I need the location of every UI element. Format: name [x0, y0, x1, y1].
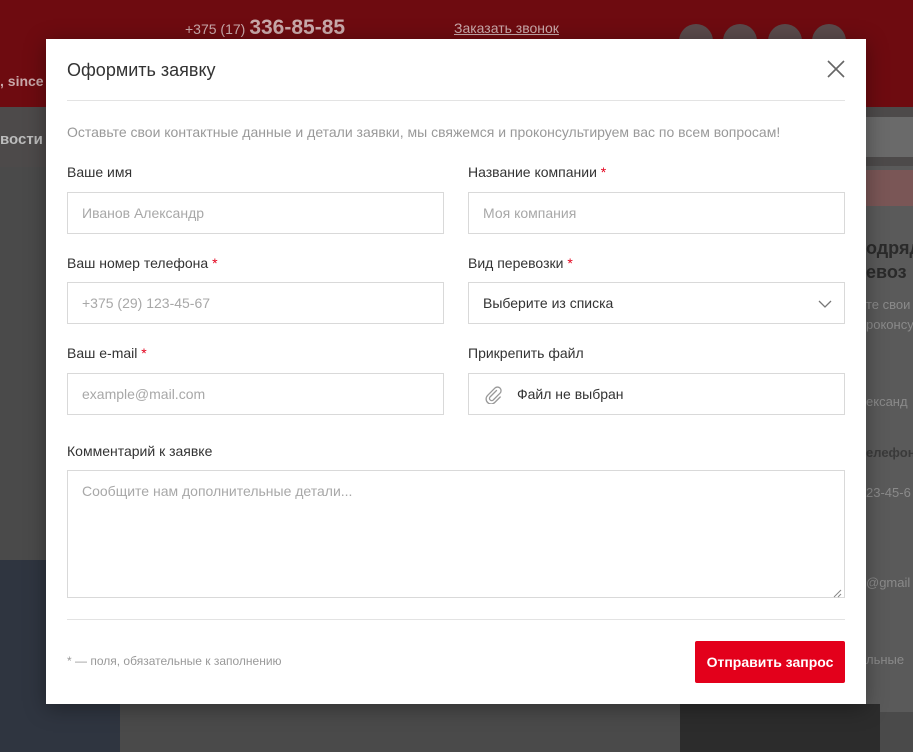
transport-select[interactable]: Выберите из списка	[468, 282, 845, 324]
phone-label: Ваш номер телефона *	[67, 255, 218, 271]
name-input[interactable]	[82, 193, 443, 233]
background-card-title: одряд евоз	[866, 238, 913, 282]
name-label: Ваше имя	[67, 164, 132, 180]
modal-intro: Оставьте свои контактные данные и детали…	[67, 124, 781, 140]
email-input[interactable]	[82, 374, 443, 414]
background-card-text: ександ	[866, 394, 908, 409]
transport-label-text: Вид перевозки	[468, 255, 564, 271]
background-phone: +375 (17) 336-85-85	[185, 16, 345, 40]
background-nav-item: вости	[0, 131, 43, 148]
email-label-text: Ваш e-mail	[67, 345, 138, 361]
transport-label: Вид перевозки *	[468, 255, 573, 271]
background-card-text: @gmail	[866, 575, 911, 590]
company-field[interactable]	[468, 192, 845, 234]
chevron-down-icon	[818, 297, 832, 311]
file-label: Прикрепить файл	[468, 345, 584, 361]
email-label: Ваш e-mail *	[67, 345, 147, 361]
comment-label-text: Комментарий к заявке	[67, 443, 213, 459]
phone-input[interactable]	[82, 283, 443, 323]
required-mark: *	[141, 345, 147, 361]
file-upload[interactable]: Файл не выбран	[468, 373, 845, 415]
email-field[interactable]	[67, 373, 444, 415]
background-card-text: 23-45-6	[866, 485, 911, 500]
comment-textarea[interactable]	[68, 471, 844, 597]
background-block	[680, 704, 880, 752]
company-label-text: Название компании	[468, 164, 597, 180]
resize-handle-icon[interactable]	[832, 585, 842, 598]
request-modal: Оформить заявку Оставьте свои контактные…	[46, 39, 866, 704]
required-mark: *	[567, 255, 573, 271]
submit-button[interactable]: Отправить запрос	[695, 641, 845, 683]
background-phone-number: 336-85-85	[249, 16, 346, 39]
required-mark: *	[600, 164, 607, 180]
background-since-text: , since	[0, 73, 44, 89]
footer-divider	[67, 619, 845, 620]
comment-label: Комментарий к заявке	[67, 443, 212, 459]
background-card-image	[866, 170, 913, 206]
phone-field[interactable]	[67, 282, 444, 324]
company-input[interactable]	[483, 193, 844, 233]
required-mark: *	[212, 255, 218, 271]
name-field[interactable]	[67, 192, 444, 234]
comment-field[interactable]	[67, 470, 845, 598]
background-search	[866, 117, 913, 157]
required-footnote: * — поля, обязательные к заполнению	[67, 654, 282, 668]
header-divider	[67, 100, 845, 101]
phone-label-text: Ваш номер телефона	[67, 255, 209, 271]
file-status: Файл не выбран	[517, 386, 624, 402]
background-card-text: те свои к	[866, 297, 913, 312]
background-card-text: льные	[866, 652, 905, 667]
name-label-text: Ваше имя	[67, 164, 133, 180]
background-phone-code: +375 (17)	[185, 21, 246, 37]
background-card-text: роконсуль	[866, 317, 913, 332]
company-label: Название компании *	[468, 164, 606, 180]
background-callback-link: Заказать звонок	[454, 20, 559, 36]
close-icon[interactable]	[827, 60, 845, 78]
transport-select-value: Выберите из списка	[483, 295, 614, 311]
modal-title: Оформить заявку	[67, 60, 216, 80]
background-card-text: елефон	[866, 445, 913, 460]
paperclip-icon	[483, 384, 503, 405]
file-label-text: Прикрепить файл	[468, 345, 584, 361]
